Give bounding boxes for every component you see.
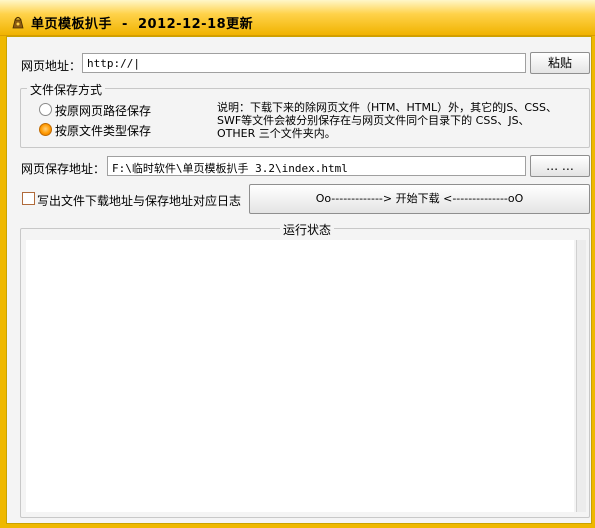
url-label: 网页地址： [21,59,82,73]
description-line-1: 说明：下载下来的除网页文件（HTM、HTML）外，其它的JS、CSS、 [217,101,557,114]
save-path-label: 网页保存地址： [21,162,106,176]
paste-button[interactable]: 粘贴 [530,52,590,74]
app-icon [10,14,26,30]
status-log-scrollbar[interactable] [576,240,586,512]
save-path-input[interactable]: F:\临时软件\单页模板扒手 3.2\index.html [107,156,526,176]
radio-original-path-label[interactable]: 按原网页路径保存 [55,102,151,119]
radio-original-path[interactable] [39,103,52,116]
save-mode-group-title: 文件保存方式 [27,81,106,98]
log-checkbox-label[interactable]: 写出文件下载地址与保存地址对应日志 [37,192,241,209]
url-input[interactable]: http://| [82,53,526,73]
log-checkbox[interactable] [22,192,35,205]
browse-button[interactable]: … … [530,155,590,177]
window-title: 单页模板扒手 - 2012-12-18更新 [31,17,254,32]
start-download-button[interactable]: Oo-------------> 开始下载 <--------------oO [249,184,590,214]
description-line-2: SWF等文件会被分别保存在与网页文件同个目录下的 CSS、JS、 [217,114,530,127]
description-line-3: OTHER 三个文件夹内。 [217,127,336,140]
radio-file-type[interactable] [39,123,52,136]
radio-file-type-label[interactable]: 按原文件类型保存 [55,122,151,139]
status-group-title: 运行状态 [280,221,335,238]
status-log[interactable] [26,240,574,512]
